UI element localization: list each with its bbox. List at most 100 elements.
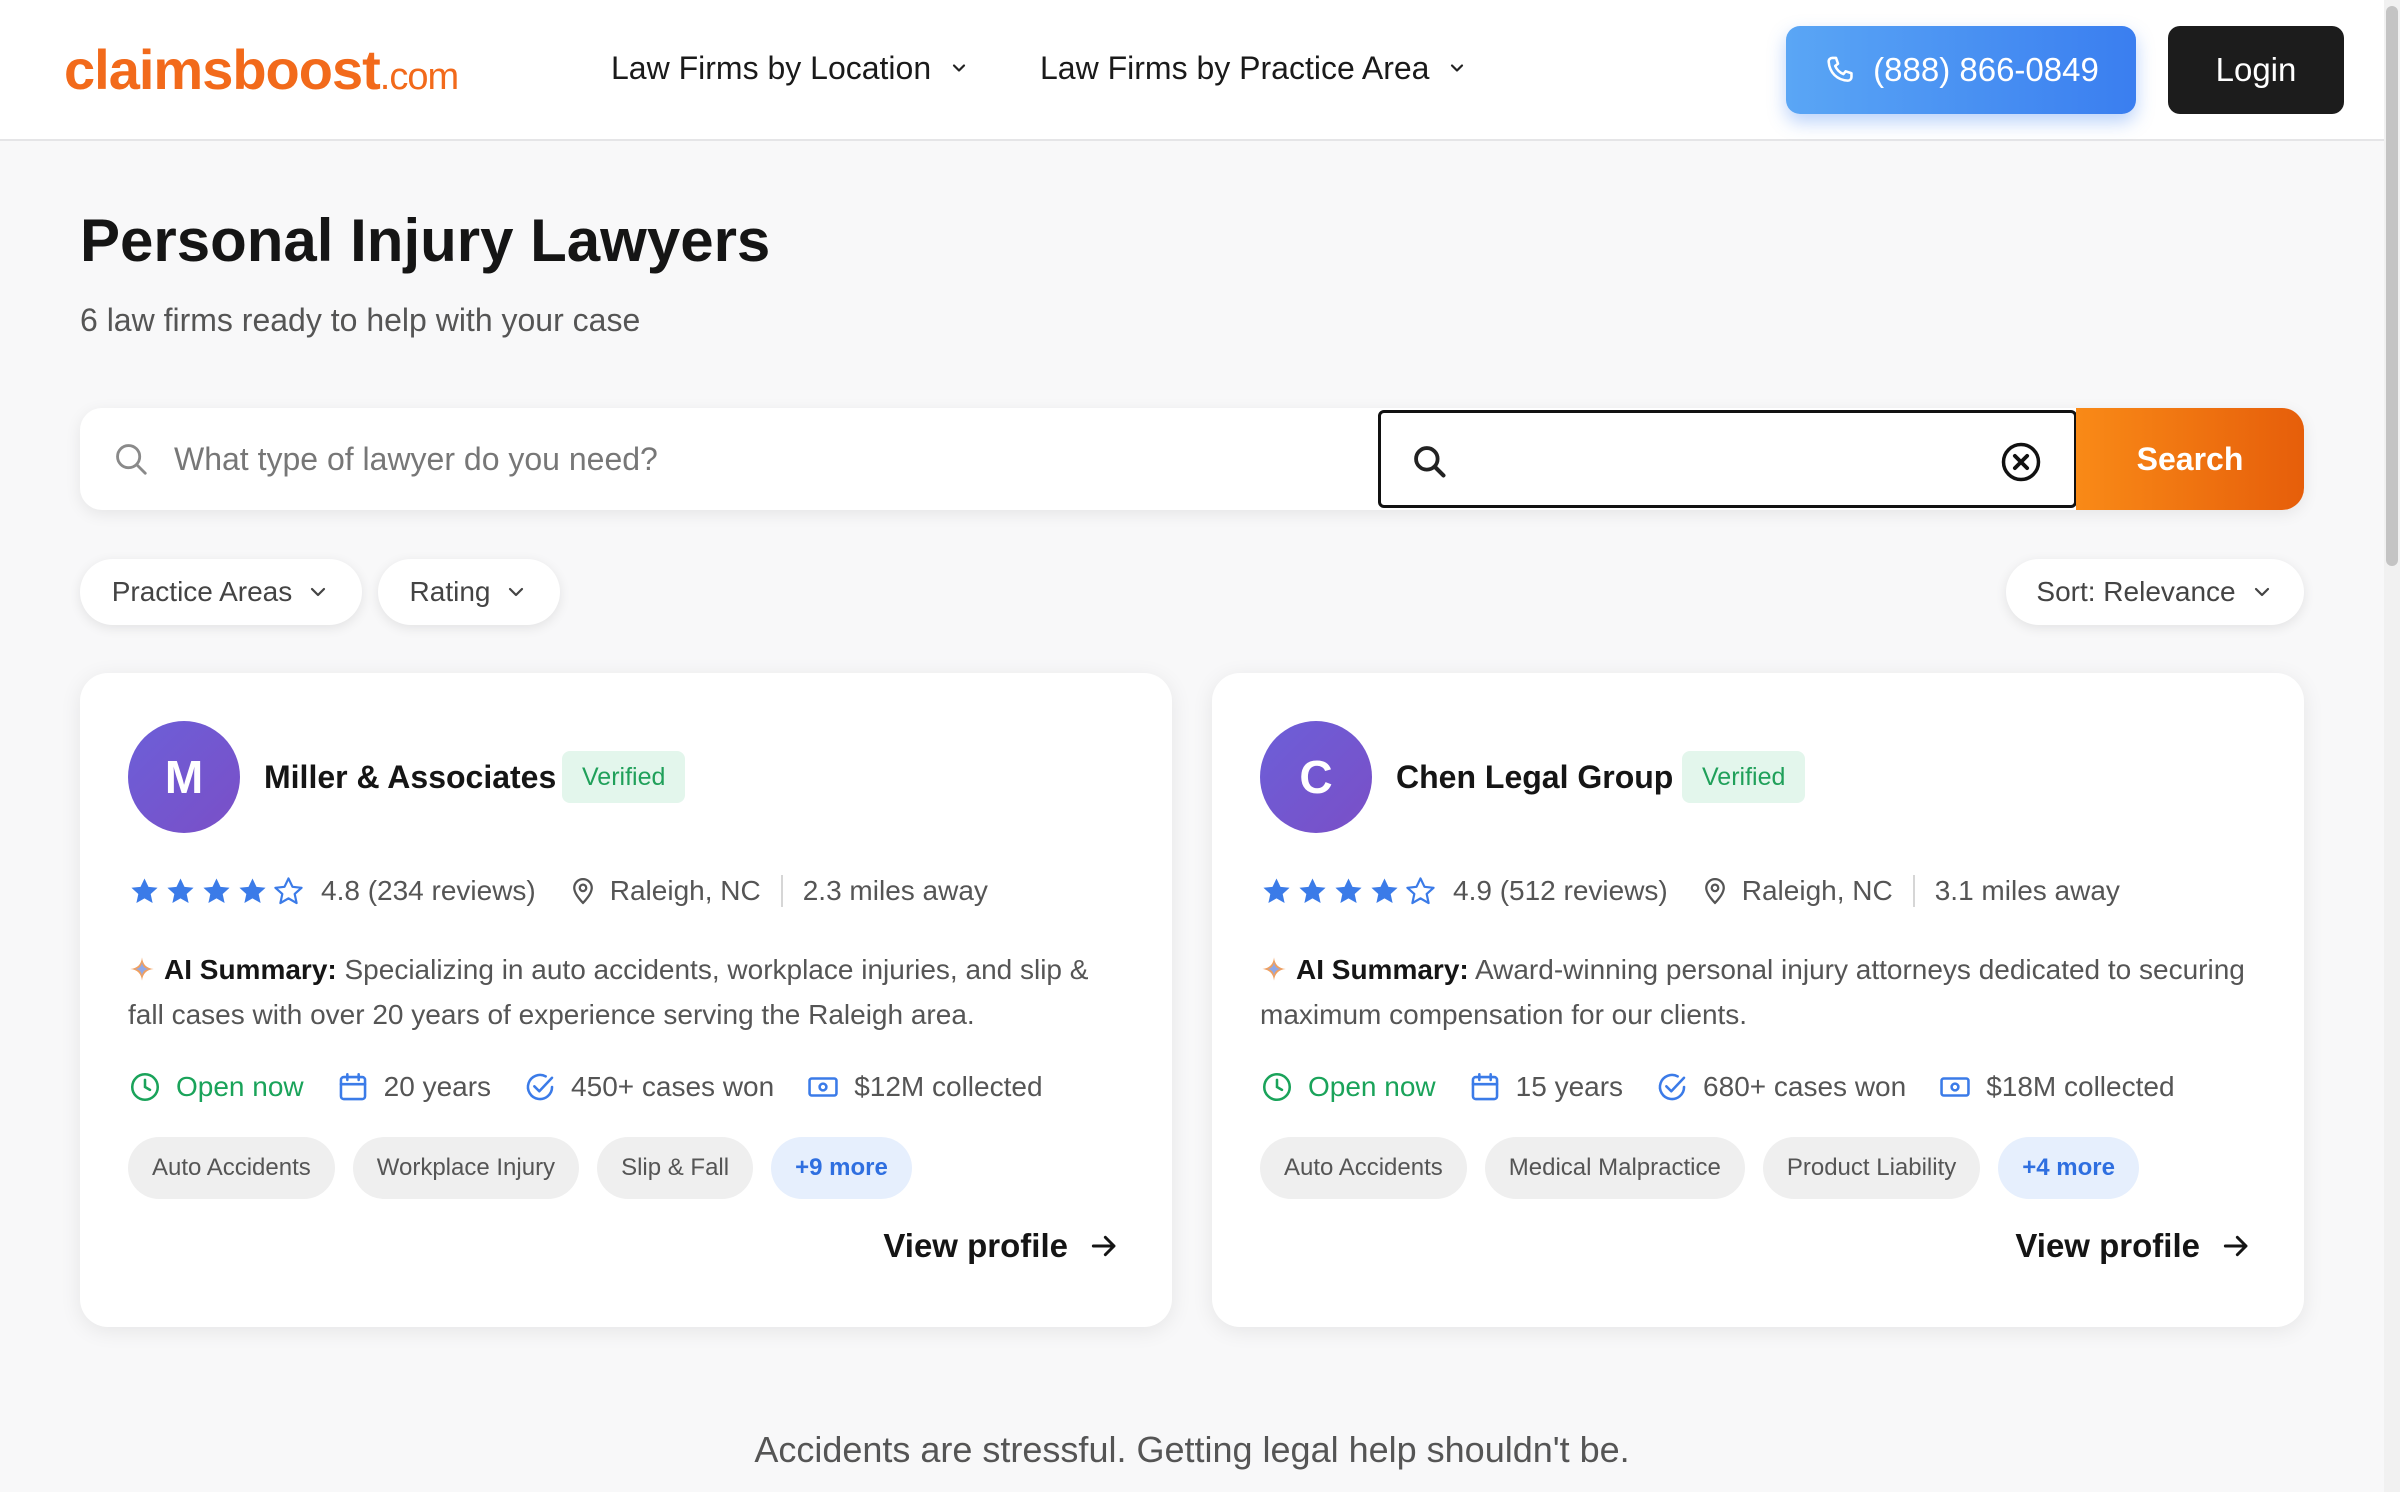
logo-main-text: claimsboost [64,38,381,101]
firm-name[interactable]: Chen Legal Group [1396,755,1673,799]
star-rating [1260,875,1437,908]
sort-dropdown[interactable]: Sort: Relevance [2006,559,2304,625]
rating-text: 4.9 (512 reviews) [1453,875,1668,906]
nav-label: Law Firms by Practice Area [1040,50,1430,86]
firm-location: Raleigh, NC [1741,875,1893,906]
collected-text: $12M collected [854,1071,1043,1102]
calendar-icon [1471,1072,1498,1101]
sparkle-icon [1262,957,1286,981]
open-status-text: Open now [176,1071,304,1102]
clear-icon[interactable] [2000,441,2042,483]
page-title: Personal Injury Lawyers [80,207,771,274]
check-circle-icon [526,1073,554,1101]
practice-area-tag[interactable]: Auto Accidents [128,1137,335,1199]
star-icon [131,877,158,903]
logo-tld-text: .com [379,56,459,98]
login-button[interactable]: Login [2168,26,2344,114]
amount-collected: $12M collected [806,1070,1043,1104]
law-firm-card[interactable]: M Miller & Associates Verified 4.8 (234 … [80,673,1172,1327]
star-outline-icon [274,876,303,904]
top-navigation-bar: claimsboost.com Law Firms by Location La… [0,0,2400,141]
calendar-icon [339,1072,366,1101]
nav-law-firms-by-practice-area[interactable]: Law Firms by Practice Area [1040,44,1467,92]
divider [1912,875,1915,907]
more-tags-button[interactable]: +4 more [1998,1137,2139,1199]
cases-won: 680+ cases won [1655,1070,1906,1104]
clock-icon [1262,1072,1292,1102]
verified-badge: Verified [562,751,686,803]
chevron-down-icon [953,64,966,72]
firm-distance: 2.3 miles away [802,875,988,906]
practice-area-tag[interactable]: Auto Accidents [1260,1137,1467,1199]
star-icon [203,877,230,903]
nav-law-firms-by-location[interactable]: Law Firms by Location [611,44,969,92]
firm-avatar: M [128,721,240,833]
search-icon [116,444,147,475]
collected-text: $18M collected [1986,1071,2175,1102]
ai-summary: AI Summary: Specializing in auto acciden… [128,947,1128,1037]
open-status: Open now [128,1070,304,1104]
verified-badge: Verified [1682,751,1806,803]
chevron-down-icon [311,587,326,597]
chevron-down-icon [509,587,524,597]
years-text: 15 years [1515,1071,1624,1102]
check-circle-icon [1658,1073,1686,1101]
search-bar: Search [80,408,2304,510]
view-profile-label: View profile [883,1227,1068,1264]
cases-text: 450+ cases won [571,1071,775,1102]
practice-area-tag[interactable]: Slip & Fall [597,1137,754,1199]
page-subtitle: 6 law firms ready to help with your case [80,302,641,338]
more-tags-button[interactable]: +9 more [771,1137,912,1199]
money-icon [1940,1077,1970,1097]
lawyer-type-search-input[interactable] [174,428,1424,490]
ai-summary-label: AI Summary: [1296,954,1469,985]
ai-summary-label: AI Summary: [164,954,337,985]
star-icon [167,877,194,903]
open-status-text: Open now [1308,1071,1436,1102]
years-text: 20 years [383,1071,492,1102]
location-input[interactable] [1471,431,1991,489]
years-experience: 20 years [336,1070,491,1104]
location-pin-icon [572,877,593,905]
location-search-field[interactable] [1378,410,2077,508]
firm-distance: 3.1 miles away [1934,875,2120,906]
rating-filter[interactable]: Rating [378,559,560,625]
practice-area-tag[interactable]: Workplace Injury [352,1137,580,1199]
arrow-right-icon [1091,1235,1116,1257]
star-rating [128,875,305,908]
practice-areas-filter[interactable]: Practice Areas [80,559,362,625]
firm-avatar: C [1260,721,1372,833]
star-icon [239,877,266,903]
sort-label: Sort: Relevance [2036,576,2236,607]
rating-row: 4.9 (512 reviews) Raleigh, NC 3.1 miles … [1260,869,2120,913]
practice-area-tags: Auto Accidents Workplace Injury Slip & F… [128,1137,912,1199]
search-button[interactable]: Search [2076,408,2304,510]
arrow-right-icon [2223,1235,2248,1257]
practice-area-tag[interactable]: Medical Malpractice [1484,1137,1745,1199]
view-profile-link[interactable]: View profile [2015,1227,2252,1265]
firm-name[interactable]: Miller & Associates [264,755,556,799]
chevron-down-icon [1451,64,1464,72]
practice-area-tags: Auto Accidents Medical Malpractice Produ… [1260,1137,2139,1199]
view-profile-link[interactable]: View profile [883,1227,1120,1265]
sparkle-icon [130,957,154,981]
call-phone-button[interactable]: (888) 866-0849 [1786,26,2136,114]
phone-icon [1827,56,1853,82]
location-pin-icon [1704,877,1725,905]
amount-collected: $18M collected [1938,1070,2175,1104]
footer-tagline: Accidents are stressful. Getting legal h… [754,1429,1630,1470]
clock-icon [130,1072,160,1102]
scrollbar-thumb[interactable] [2386,6,2398,566]
star-icon [1299,877,1326,903]
money-icon [808,1077,838,1097]
filter-label: Rating [409,576,491,607]
law-firm-card[interactable]: C Chen Legal Group Verified 4.9 (512 rev… [1212,673,2304,1327]
search-icon [1414,446,1446,478]
nav-label: Law Firms by Location [611,50,932,86]
claimsboost-logo[interactable]: claimsboost.com [64,38,459,109]
cases-text: 680+ cases won [1703,1071,1907,1102]
rating-row: 4.8 (234 reviews) Raleigh, NC 2.3 miles … [128,869,988,913]
star-outline-icon [1406,876,1435,904]
years-experience: 15 years [1468,1070,1623,1104]
practice-area-tag[interactable]: Product Liability [1762,1137,1981,1199]
